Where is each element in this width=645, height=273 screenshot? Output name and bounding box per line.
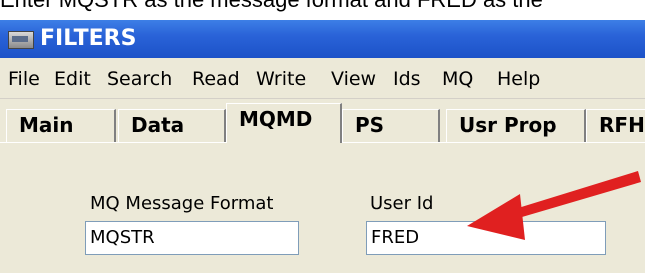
window-title: FILTERS (40, 26, 137, 51)
title-bar: FILTERS (0, 20, 645, 58)
menu-view[interactable]: View (331, 68, 376, 90)
instruction-caption: Enter MQSTR as the message format and FR… (0, 0, 645, 12)
tab-ps[interactable]: PS (342, 109, 440, 142)
menu-file[interactable]: File (8, 68, 40, 90)
user-id-label: User Id (370, 193, 434, 214)
format-field[interactable]: MQSTR (85, 221, 299, 255)
tab-strip: Main Data MQMD PS Usr Prop RFH (0, 99, 645, 143)
menu-mq[interactable]: MQ (442, 68, 473, 90)
menu-read[interactable]: Read (192, 68, 240, 90)
user-id-field[interactable]: FRED (366, 221, 606, 255)
format-label: MQ Message Format (90, 193, 274, 214)
menu-bar: File Edit Search Read Write View Ids MQ … (0, 58, 645, 99)
tab-data[interactable]: Data (118, 109, 226, 142)
menu-help[interactable]: Help (497, 68, 540, 90)
menu-search[interactable]: Search (107, 68, 172, 90)
mqmd-panel: MQ Message Format MQSTR User Id FRED (0, 142, 645, 273)
tab-usr-prop[interactable]: Usr Prop (446, 109, 586, 142)
menu-write[interactable]: Write (256, 68, 306, 90)
app-window-icon (8, 31, 34, 49)
tab-main[interactable]: Main (6, 109, 116, 142)
tab-mqmd[interactable]: MQMD (226, 103, 342, 143)
menu-edit[interactable]: Edit (54, 68, 91, 90)
menu-ids[interactable]: Ids (393, 68, 421, 90)
tab-rfh[interactable]: RFH (586, 109, 645, 142)
